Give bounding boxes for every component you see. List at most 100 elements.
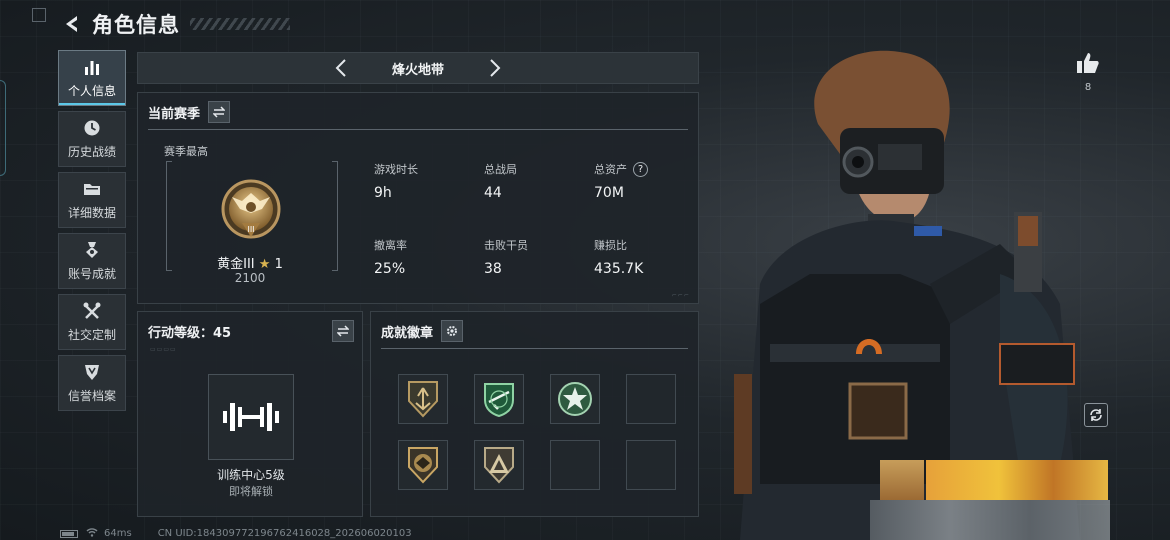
- stat-label: 击败干员: [484, 239, 528, 252]
- badge-slot[interactable]: [398, 440, 448, 490]
- sidebar-item-achievements[interactable]: 账号成就: [58, 233, 126, 289]
- edge-handle[interactable]: [0, 80, 6, 176]
- stat-value: 44: [484, 185, 502, 201]
- sidebar-item-details[interactable]: 详细数据: [58, 172, 126, 228]
- switch-level-button[interactable]: [332, 320, 354, 342]
- rank-title: 黄金III: [217, 257, 255, 272]
- stat-kills: 击败干员 38: [484, 237, 528, 277]
- sidebar-item-label: 历史战绩: [67, 145, 116, 159]
- page-title: 角色信息: [92, 14, 180, 37]
- season-panel: 当前赛季 赛季最高 III 黄金III ★ 1 2100 游戏时长 9h 总战局…: [137, 92, 699, 304]
- sidebar-item-profile[interactable]: 个人信息: [58, 50, 126, 106]
- shield-icon: [82, 362, 102, 382]
- sidebar-item-label: 个人信息: [67, 84, 116, 98]
- eagle-badge-icon: [408, 447, 438, 484]
- badge-slot[interactable]: [398, 374, 448, 424]
- sidebar-item-label: 信誉档案: [67, 389, 116, 403]
- stat-label-row: 总资产 ?: [594, 161, 648, 177]
- ping-value: 64ms: [104, 528, 132, 539]
- star-badge-icon: [558, 382, 592, 416]
- stat-value: 25%: [374, 261, 406, 277]
- gold-rank-medal-icon: III: [218, 179, 284, 245]
- sidebar: 个人信息 历史战绩 详细数据 账号成就 社交定制 信誉档案: [58, 50, 128, 416]
- dumbbell-icon: [223, 403, 279, 431]
- user-uid: CN UID:1843097721967624160​28_2026060201…: [157, 528, 412, 539]
- banner-thumbnail[interactable]: [926, 460, 1108, 500]
- mode-selector: 烽火地带: [137, 52, 699, 84]
- season-best-label: 赛季最高: [164, 145, 208, 158]
- wifi-icon: [86, 527, 98, 540]
- sidebar-item-credit[interactable]: 信誉档案: [58, 355, 126, 411]
- empty-badge-slot[interactable]: [550, 440, 600, 490]
- badge-slot[interactable]: [474, 440, 524, 490]
- rotate-icon: [1090, 409, 1102, 421]
- back-arrow-icon: [66, 16, 77, 32]
- tools-icon: [82, 301, 102, 321]
- rotate-view-button[interactable]: [1084, 403, 1108, 427]
- battery-icon: [60, 529, 78, 538]
- sidebar-item-label: 详细数据: [67, 206, 116, 220]
- chevron-right-icon: [490, 59, 501, 77]
- season-panel-title: 当前赛季: [148, 106, 201, 122]
- arrow-badge-icon: [408, 381, 438, 418]
- badge-panel-title: 成就徽章: [381, 325, 434, 341]
- back-button[interactable]: [60, 12, 84, 36]
- stat-value: 70M: [594, 185, 624, 201]
- level-panel-header: 行动等级：45: [148, 320, 354, 342]
- stat-value: 435.7K: [594, 261, 644, 277]
- like-count: 8: [1084, 82, 1092, 93]
- empty-badge-slot[interactable]: [626, 440, 676, 490]
- unlock-status: 即将解锁: [229, 485, 273, 498]
- rank-points: 2100: [234, 271, 266, 285]
- stat-label: 撤离率: [374, 239, 407, 252]
- rifle-badge-icon: [484, 383, 514, 418]
- training-center-tile[interactable]: [208, 374, 294, 460]
- level-panel: 行动等级：45 ▭▭▭▭ 训练中心5级 即将解锁: [137, 311, 363, 517]
- chevron-left-icon: [335, 59, 346, 77]
- stat-play-time: 游戏时长 9h: [374, 161, 418, 201]
- stat-label: 赚损比: [594, 239, 627, 252]
- like-button[interactable]: 8: [1074, 52, 1102, 93]
- switch-season-button[interactable]: [208, 101, 231, 123]
- clock-icon: [82, 118, 102, 138]
- star-icon: ★: [258, 257, 271, 272]
- stat-value: 38: [484, 261, 502, 277]
- divider: [148, 129, 688, 130]
- divider: [381, 348, 688, 349]
- next-mode-button[interactable]: [483, 56, 507, 80]
- level-panel-title: 行动等级：45: [148, 325, 232, 341]
- blurred-overlay: [870, 500, 1110, 540]
- stat-value: 9h: [374, 185, 392, 201]
- sidebar-item-label: 社交定制: [67, 328, 116, 342]
- rank-stars: 1: [274, 257, 283, 272]
- rank-name: 黄金III ★ 1: [200, 253, 300, 272]
- gear-icon: [447, 326, 458, 336]
- badge-settings-button[interactable]: [441, 320, 464, 342]
- stat-label: 总战局: [484, 163, 517, 176]
- sidebar-item-history[interactable]: 历史战绩: [58, 111, 126, 167]
- badge-panel-header: 成就徽章: [381, 320, 464, 342]
- panel-decoration: ⌐⌐⌐: [671, 292, 690, 299]
- badge-slot[interactable]: [550, 374, 600, 424]
- page-header: 角色信息: [60, 10, 290, 38]
- sidebar-item-social[interactable]: 社交定制: [58, 294, 126, 350]
- mode-name: 烽火地带: [391, 62, 444, 78]
- triangle-badge-icon: [484, 447, 514, 484]
- training-center-label: 训练中心5级: [217, 468, 285, 482]
- empty-badge-slot[interactable]: [626, 374, 676, 424]
- prev-mode-button[interactable]: [329, 56, 353, 80]
- stat-total-assets: 总资产 ? 70M: [594, 161, 648, 201]
- swap-icon: [337, 325, 349, 337]
- stat-label: 游戏时长: [374, 163, 418, 176]
- badge-slot[interactable]: [474, 374, 524, 424]
- panel-decoration: ▭▭▭▭: [150, 346, 177, 353]
- swap-icon: [213, 106, 226, 118]
- help-icon[interactable]: ?: [633, 161, 648, 177]
- bar-chart-icon: [82, 57, 102, 77]
- banner-thumbnail[interactable]: [880, 460, 924, 500]
- medal-icon: [82, 240, 102, 260]
- corner-mark: [32, 8, 46, 22]
- stat-label: 总资产: [594, 163, 627, 176]
- thumbs-up-icon: [1077, 53, 1099, 73]
- season-panel-header: 当前赛季: [148, 101, 231, 123]
